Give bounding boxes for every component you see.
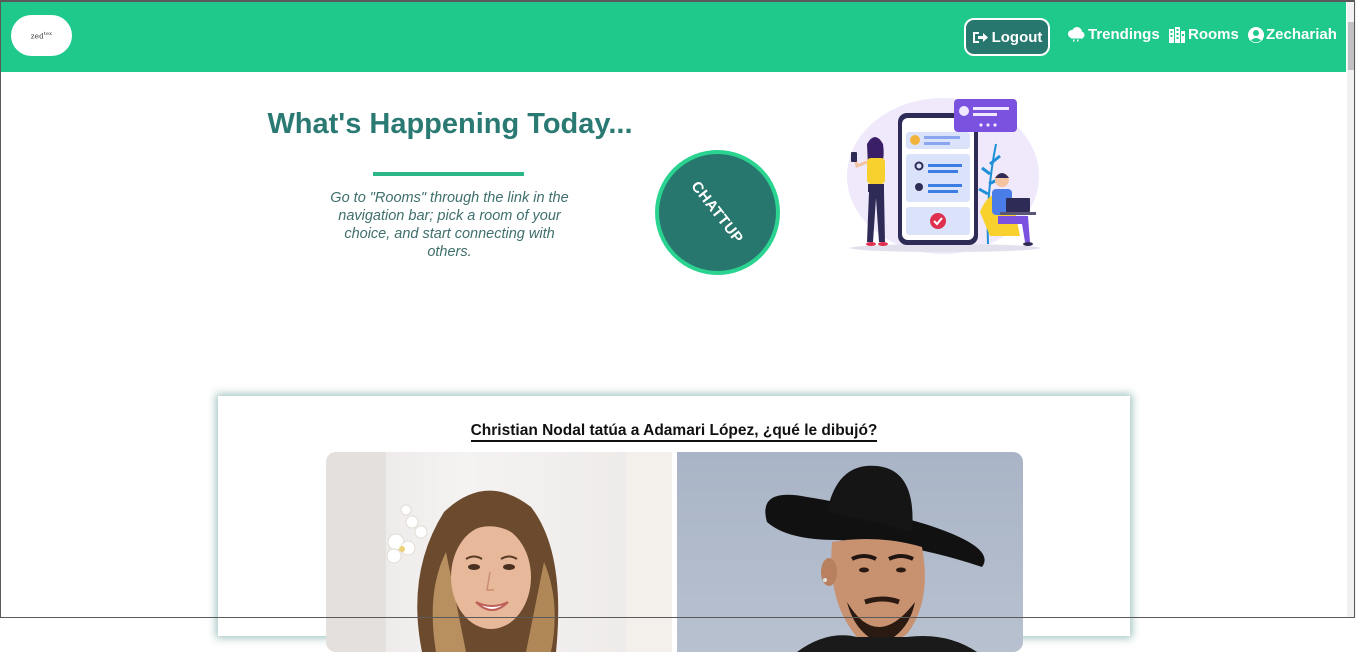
nav-user-label: Zechariah [1266, 26, 1337, 43]
nav-rooms-link[interactable]: Rooms [1168, 26, 1239, 43]
woman-photo [326, 452, 672, 652]
page-scrollbar[interactable] [1347, 2, 1356, 618]
navbar: zedtex Logout Trendings Rooms Zechariah [1, 2, 1346, 72]
cloud-icon [1068, 27, 1085, 42]
nav-rooms-label: Rooms [1188, 26, 1239, 43]
logo-text: zedtex [30, 30, 53, 41]
nav-user-link[interactable]: Zechariah [1248, 26, 1337, 43]
man-photo [677, 452, 1023, 652]
page-title: What's Happening Today... [267, 108, 633, 140]
badge-label: CHATTUP [688, 178, 747, 247]
nav-trendings-link[interactable]: Trendings [1067, 26, 1160, 43]
logout-button[interactable]: Logout [964, 18, 1050, 56]
chat-app-illustration [847, 98, 1040, 254]
sign-out-icon [972, 31, 988, 43]
building-icon [1169, 26, 1185, 43]
scrollbar-thumb[interactable] [1348, 22, 1355, 70]
user-circle-icon [1248, 26, 1264, 43]
news-card[interactable]: Christian Nodal tatúa a Adamari López, ¿… [218, 396, 1130, 652]
title-divider [373, 172, 524, 176]
nav-trendings-label: Trendings [1088, 26, 1160, 43]
news-headline[interactable]: Christian Nodal tatúa a Adamari López, ¿… [218, 422, 1130, 442]
logo[interactable]: zedtex [11, 15, 72, 56]
news-image[interactable] [326, 452, 1023, 652]
logout-label: Logout [991, 28, 1043, 46]
hero-description: Go to "Rooms" through the link in the na… [330, 190, 569, 260]
chattup-badge: CHATTUP [655, 150, 780, 275]
